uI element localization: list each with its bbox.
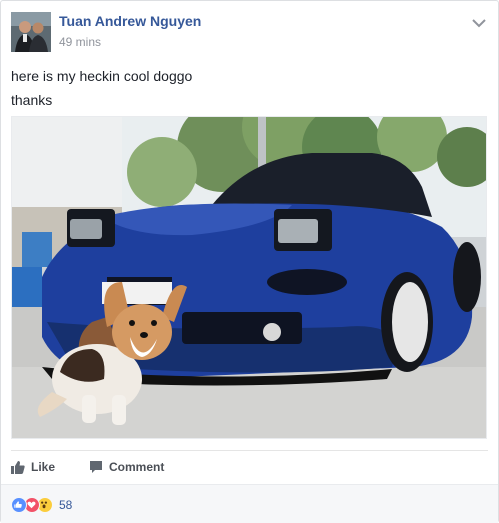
chevron-down-icon[interactable]	[472, 15, 486, 28]
like-label: Like	[31, 460, 56, 474]
comment-button[interactable]: Comment	[89, 451, 164, 483]
thumbs-up-icon	[11, 461, 25, 474]
feed-post: Tuan Andrew Nguyen 49 mins here is my he…	[0, 0, 499, 523]
reaction-count[interactable]: 58	[59, 498, 72, 512]
post-photo[interactable]	[11, 116, 487, 439]
post-header: Tuan Andrew Nguyen 49 mins	[11, 11, 488, 53]
post-timestamp[interactable]: 49 mins	[59, 35, 101, 49]
post-text-line: here is my heckin cool doggo	[11, 68, 193, 84]
like-button[interactable]: Like	[11, 451, 55, 483]
like-reaction-icon	[11, 496, 27, 513]
post-text-line: thanks	[11, 92, 53, 108]
comment-label: Comment	[109, 460, 165, 474]
post-text: here is my heckin cool doggo thanks	[11, 64, 488, 112]
post-actions: Like Comment	[11, 450, 488, 483]
author-name[interactable]: Tuan Andrew Nguyen	[59, 13, 201, 29]
avatar[interactable]	[11, 12, 51, 52]
reactions-bar[interactable]: 58	[1, 484, 498, 523]
comment-bubble-icon	[90, 461, 102, 473]
